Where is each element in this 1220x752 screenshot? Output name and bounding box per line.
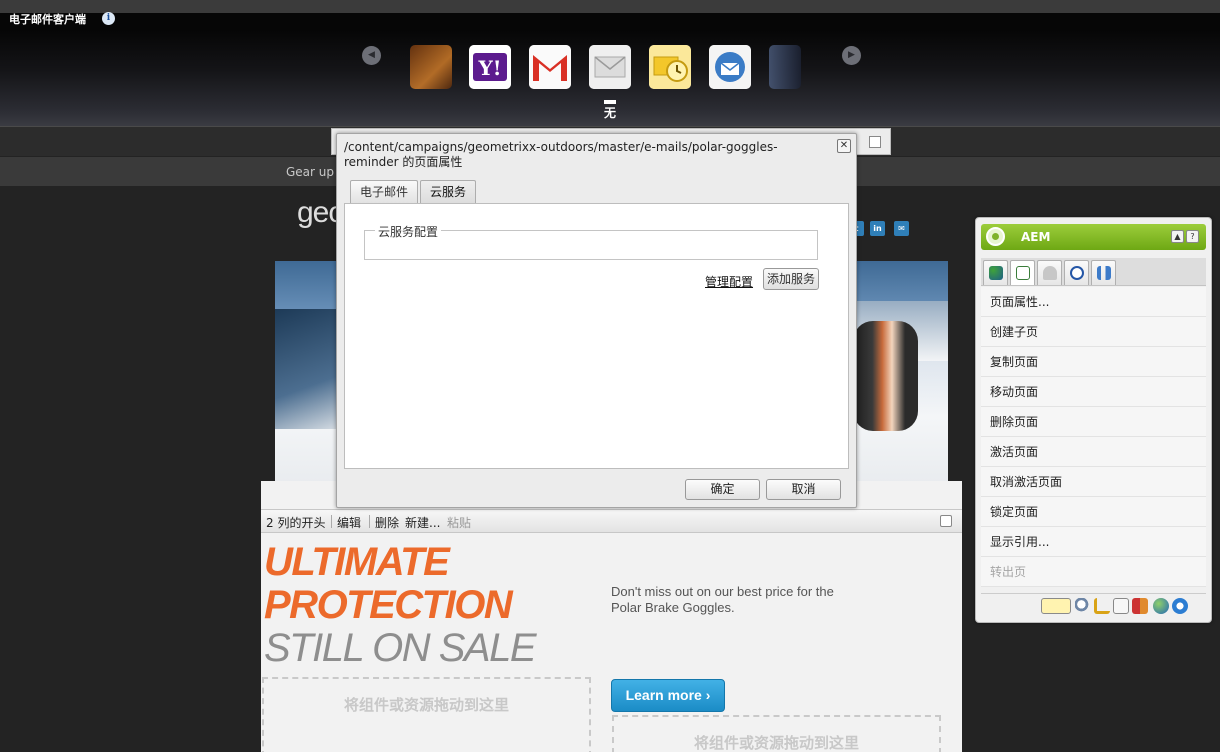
carousel-next-icon[interactable]: ▶ bbox=[842, 46, 861, 65]
edit-mode-icon[interactable] bbox=[1041, 598, 1071, 614]
help-icon[interactable]: ? bbox=[1186, 230, 1199, 243]
ok-button[interactable]: 确定 bbox=[685, 479, 760, 500]
design-icon[interactable] bbox=[1094, 598, 1110, 614]
firefox-icon[interactable] bbox=[410, 45, 452, 89]
thunderbird-icon[interactable] bbox=[709, 45, 751, 89]
workflow-tab-icon[interactable] bbox=[1091, 260, 1116, 285]
apple-mail-icon[interactable] bbox=[769, 45, 801, 89]
component-checkbox[interactable] bbox=[940, 515, 952, 527]
promo-text: Don't miss out on our best price for the… bbox=[611, 584, 834, 615]
versioning-tab-icon[interactable] bbox=[1064, 260, 1089, 285]
components-tab-icon[interactable] bbox=[983, 260, 1008, 285]
aem-logo-icon bbox=[986, 227, 1005, 246]
outlook-icon[interactable] bbox=[649, 45, 691, 89]
move-page-item[interactable]: 移动页面 bbox=[981, 377, 1206, 407]
collapse-icon[interactable]: ▲ bbox=[1171, 230, 1184, 243]
headline-ultimate: ULTIMATE bbox=[264, 540, 450, 584]
page-document-icon[interactable] bbox=[1113, 598, 1129, 614]
preview-icon[interactable] bbox=[1075, 598, 1091, 614]
tab-cloud-services[interactable]: 云服务 bbox=[420, 180, 477, 204]
activate-page-item[interactable]: 激活页面 bbox=[981, 437, 1206, 467]
manage-config-link[interactable]: 管理配置 bbox=[705, 273, 753, 290]
page-tab-icon[interactable] bbox=[1010, 260, 1035, 285]
separator bbox=[369, 515, 370, 528]
close-icon[interactable]: ✕ bbox=[837, 139, 851, 153]
email-client-title: 电子邮件客户端 bbox=[9, 13, 86, 26]
top-strip bbox=[0, 0, 1220, 13]
generic-mail-icon[interactable] bbox=[589, 45, 631, 89]
clientcontext-icon[interactable] bbox=[1132, 598, 1148, 614]
refresh-icon[interactable] bbox=[1172, 598, 1188, 614]
rollout-page-item: 转出页 bbox=[981, 557, 1206, 587]
separator bbox=[331, 515, 332, 528]
page-properties-item[interactable]: 页面属性... bbox=[981, 287, 1206, 317]
fieldset-legend: 云服务配置 bbox=[375, 223, 442, 240]
website-icon[interactable] bbox=[1153, 598, 1169, 614]
delete-button[interactable]: 删除 bbox=[375, 514, 399, 531]
copy-page-item[interactable]: 复制页面 bbox=[981, 347, 1206, 377]
sidekick-footer bbox=[981, 593, 1206, 619]
column-label: 2 列的开头 bbox=[266, 516, 326, 530]
sidekick-panel: AEM ▲ ? 页面属性... 创建子页 复制页面 移动页面 删除页面 激活页面… bbox=[975, 217, 1212, 623]
carousel-prev-icon[interactable]: ◀ bbox=[362, 46, 381, 65]
edit-button[interactable]: 编辑 bbox=[337, 514, 361, 531]
svg-text:Y!: Y! bbox=[477, 56, 501, 80]
paste-button[interactable]: 粘贴 bbox=[447, 514, 471, 531]
dropzone-left[interactable]: 将组件或资源拖动到这里 bbox=[262, 677, 591, 752]
lock-page-item[interactable]: 锁定页面 bbox=[981, 497, 1206, 527]
lock-tab-icon[interactable] bbox=[1037, 260, 1062, 285]
linkedin-icon[interactable]: in bbox=[870, 221, 885, 236]
component-edit-bar: 2 列的开头 编辑 删除 新建... 粘贴 bbox=[261, 509, 962, 533]
sidekick-menu: 页面属性... 创建子页 复制页面 移动页面 删除页面 激活页面 取消激活页面 … bbox=[981, 287, 1206, 587]
selected-client-label: 无 bbox=[604, 106, 617, 120]
add-service-button[interactable]: 添加服务 bbox=[763, 268, 820, 290]
sidekick-header[interactable]: AEM ▲ ? bbox=[981, 224, 1206, 250]
goggles-shape bbox=[853, 321, 918, 431]
headline-still-on-sale: STILL ON SALE bbox=[264, 626, 537, 670]
delete-page-item[interactable]: 删除页面 bbox=[981, 407, 1206, 437]
component-checkbox[interactable] bbox=[869, 136, 881, 148]
tab-panel: 云服务配置 管理配置 添加服务 bbox=[344, 203, 849, 469]
tab-email[interactable]: 电子邮件 bbox=[350, 180, 419, 204]
yahoo-mail-icon[interactable]: Y! bbox=[469, 45, 511, 89]
sidekick-tabs bbox=[981, 258, 1206, 286]
gmail-icon[interactable] bbox=[529, 45, 571, 89]
email-client-bar: 电子邮件客户端 i ◀ ▶ Y! 无 bbox=[0, 0, 1220, 126]
dropzone-right[interactable]: 将组件或资源拖动到这里 bbox=[612, 715, 941, 752]
cloud-services-fieldset: 云服务配置 bbox=[364, 223, 818, 260]
learn-more-button[interactable]: Learn more › bbox=[611, 679, 725, 712]
page-properties-dialog: /content/campaigns/geometrixx-outdoors/m… bbox=[336, 133, 857, 508]
deactivate-page-item[interactable]: 取消激活页面 bbox=[981, 467, 1206, 497]
create-child-page-item[interactable]: 创建子页 bbox=[981, 317, 1206, 347]
show-references-item[interactable]: 显示引用... bbox=[981, 527, 1206, 557]
dialog-title: /content/campaigns/geometrixx-outdoors/m… bbox=[344, 140, 778, 169]
sidekick-title: AEM bbox=[1021, 230, 1051, 244]
headline-protection: PROTECTION bbox=[264, 583, 513, 627]
email-share-icon[interactable]: ✉ bbox=[894, 221, 909, 236]
new-button[interactable]: 新建... bbox=[405, 514, 440, 531]
info-icon[interactable]: i bbox=[102, 12, 115, 25]
cancel-button[interactable]: 取消 bbox=[766, 479, 841, 500]
